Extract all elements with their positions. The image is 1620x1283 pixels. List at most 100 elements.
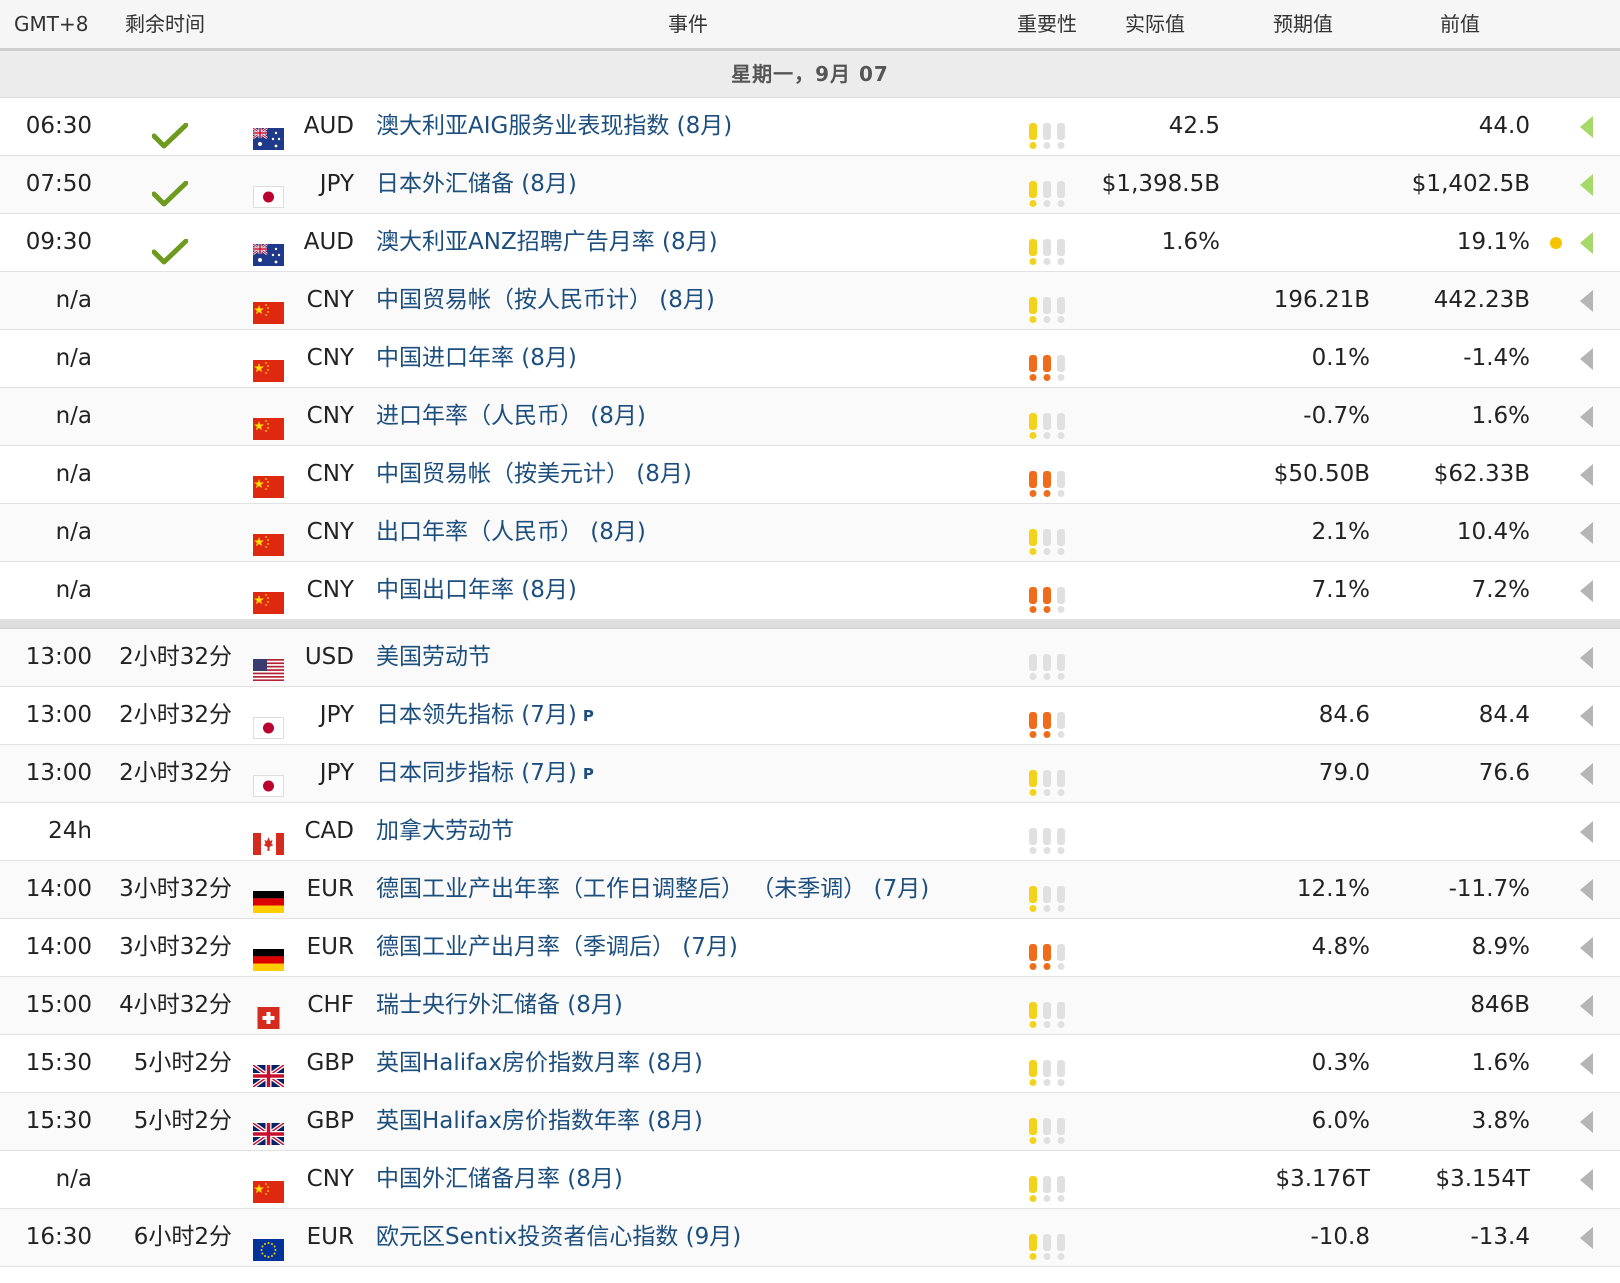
expand-arrow-icon[interactable] bbox=[1580, 464, 1593, 486]
importance-icon bbox=[1026, 578, 1070, 613]
expand-arrow-icon[interactable] bbox=[1580, 232, 1593, 254]
flag-jp-icon bbox=[253, 704, 284, 739]
expand-arrow-icon[interactable] bbox=[1580, 763, 1593, 785]
time-remaining: 5小时2分 bbox=[133, 1108, 232, 1134]
currency-code: CNY bbox=[306, 403, 354, 429]
event-name: 中国出口年率 (8月) bbox=[376, 577, 577, 603]
table-row[interactable]: 15:00 4小时32分 CHF 瑞士央行外汇储备 (8月) 846B bbox=[0, 977, 1620, 1035]
table-row[interactable]: 09:30 AUD 澳大利亚ANZ招聘广告月率 (8月) 1.6% 19.1% bbox=[0, 214, 1620, 272]
expand-arrow-icon[interactable] bbox=[1580, 647, 1593, 669]
expand-arrow-icon[interactable] bbox=[1580, 821, 1593, 843]
forecast-value: -0.7% bbox=[1303, 403, 1370, 429]
expand-arrow-icon[interactable] bbox=[1580, 580, 1593, 602]
event-link[interactable]: 英国Halifax房价指数月率 (8月) bbox=[376, 1035, 703, 1092]
forecast-value: $50.50B bbox=[1273, 461, 1370, 487]
expand-arrow-icon[interactable] bbox=[1580, 705, 1593, 727]
event-link[interactable]: 澳大利亚AIG服务业表现指数 (8月) bbox=[376, 98, 732, 155]
event-time: n/a bbox=[55, 519, 92, 545]
event-link[interactable]: 中国外汇储备月率 (8月) bbox=[376, 1151, 623, 1208]
previous-value: 3.8% bbox=[1471, 1108, 1530, 1134]
previous-value: 7.2% bbox=[1471, 577, 1530, 603]
event-link[interactable]: 中国进口年率 (8月) bbox=[376, 330, 577, 387]
previous-value: 846B bbox=[1470, 992, 1530, 1018]
table-row[interactable]: 14:00 3小时32分 EUR 德国工业产出年率（工作日调整后） （未季调） (7月… bbox=[0, 861, 1620, 919]
event-name: 英国Halifax房价指数年率 (8月) bbox=[376, 1108, 703, 1134]
table-row[interactable]: n/a CNY 进口年率（人民币） (8月) -0.7% 1.6% bbox=[0, 388, 1620, 446]
table-row[interactable]: 06:30 AUD 澳大利亚AIG服务业表现指数 (8月) 42.5 44.0 bbox=[0, 98, 1620, 156]
event-link[interactable]: 出口年率（人民币） (8月) bbox=[376, 504, 646, 561]
preliminary-mark: P bbox=[582, 765, 594, 783]
expand-arrow-icon[interactable] bbox=[1580, 1227, 1593, 1249]
table-row[interactable]: 15:30 5小时2分 GBP 英国Halifax房价指数年率 (8月) 6.0% 3.8… bbox=[0, 1093, 1620, 1151]
importance-icon bbox=[1026, 172, 1070, 207]
released-check-icon bbox=[151, 230, 189, 265]
event-time: 13:00 bbox=[25, 644, 92, 670]
table-row[interactable]: 13:00 2小时32分 USD 美国劳动节 bbox=[0, 629, 1620, 687]
importance-icon bbox=[1026, 1051, 1070, 1086]
event-link[interactable]: 瑞士央行外汇储备 (8月) bbox=[376, 977, 623, 1034]
table-row[interactable]: 16:30 6小时2分 EUR 欧元区Sentix投资者信心指数 (9月) -10.8 -… bbox=[0, 1209, 1620, 1267]
table-row[interactable]: n/a CNY 出口年率（人民币） (8月) 2.1% 10.4% bbox=[0, 504, 1620, 562]
importance-icon bbox=[1026, 761, 1070, 796]
table-row[interactable]: 13:00 2小时32分 JPY 日本领先指标 (7月) P 84.6 84.4 bbox=[0, 687, 1620, 745]
event-link[interactable]: 英国Halifax房价指数年率 (8月) bbox=[376, 1093, 703, 1150]
expand-arrow-icon[interactable] bbox=[1580, 348, 1593, 370]
forecast-value: 12.1% bbox=[1296, 876, 1370, 902]
event-link[interactable]: 日本领先指标 (7月) P bbox=[376, 687, 594, 745]
table-row[interactable]: n/a CNY 中国贸易帐（按美元计） (8月) $50.50B $62.33B bbox=[0, 446, 1620, 504]
expand-arrow-icon[interactable] bbox=[1580, 290, 1593, 312]
table-row[interactable]: n/a CNY 中国贸易帐（按人民币计） (8月) 196.21B 442.23B bbox=[0, 272, 1620, 330]
event-name: 英国Halifax房价指数月率 (8月) bbox=[376, 1050, 703, 1076]
table-row[interactable]: 07:50 JPY 日本外汇储备 (8月) $1,398.5B $1,402.5B bbox=[0, 156, 1620, 214]
actual-value: $1,398.5B bbox=[1101, 171, 1220, 197]
expand-arrow-icon[interactable] bbox=[1580, 1169, 1593, 1191]
importance-icon bbox=[1026, 288, 1070, 323]
expand-arrow-icon[interactable] bbox=[1580, 995, 1593, 1017]
currency-code: AUD bbox=[303, 113, 354, 139]
event-link[interactable]: 进口年率（人民币） (8月) bbox=[376, 388, 646, 445]
event-name: 澳大利亚AIG服务业表现指数 (8月) bbox=[376, 113, 733, 139]
event-link[interactable]: 德国工业产出年率（工作日调整后） （未季调） (7月) bbox=[376, 861, 929, 918]
importance-icon bbox=[1026, 935, 1070, 970]
expand-arrow-icon[interactable] bbox=[1580, 1111, 1593, 1133]
event-link[interactable]: 德国工业产出月率（季调后） (7月) bbox=[376, 919, 738, 976]
event-name: 德国工业产出年率（工作日调整后） （未季调） (7月) bbox=[376, 876, 930, 902]
table-row[interactable]: 15:30 5小时2分 GBP 英国Halifax房价指数月率 (8月) 0.3% 1.6… bbox=[0, 1035, 1620, 1093]
table-row[interactable]: 14:00 3小时32分 EUR 德国工业产出月率（季调后） (7月) 4.8% 8.9% bbox=[0, 919, 1620, 977]
event-name: 美国劳动节 bbox=[376, 644, 491, 670]
event-link[interactable]: 欧元区Sentix投资者信心指数 (9月) bbox=[376, 1209, 741, 1266]
event-name: 日本领先指标 (7月) bbox=[376, 702, 577, 728]
expand-arrow-icon[interactable] bbox=[1580, 879, 1593, 901]
event-link[interactable]: 日本外汇储备 (8月) bbox=[376, 156, 577, 213]
previous-value: 10.4% bbox=[1456, 519, 1530, 545]
expand-arrow-icon[interactable] bbox=[1580, 522, 1593, 544]
event-link[interactable]: 中国出口年率 (8月) bbox=[376, 562, 577, 619]
table-row[interactable]: n/a CNY 中国出口年率 (8月) 7.1% 7.2% bbox=[0, 562, 1620, 620]
importance-icon bbox=[1026, 819, 1070, 854]
table-row[interactable]: 13:00 2小时32分 JPY 日本同步指标 (7月) P 79.0 76.6 bbox=[0, 745, 1620, 803]
importance-icon bbox=[1026, 230, 1070, 265]
importance-icon bbox=[1026, 520, 1070, 555]
previous-value: $3.154T bbox=[1435, 1166, 1530, 1192]
importance-icon bbox=[1026, 877, 1070, 912]
table-row[interactable]: 24h CAD 加拿大劳动节 bbox=[0, 803, 1620, 861]
expand-arrow-icon[interactable] bbox=[1580, 1053, 1593, 1075]
event-link[interactable]: 中国贸易帐（按人民币计） (8月) bbox=[376, 272, 715, 329]
expand-arrow-icon[interactable] bbox=[1580, 406, 1593, 428]
event-time: 15:30 bbox=[25, 1050, 92, 1076]
event-link[interactable]: 中国贸易帐（按美元计） (8月) bbox=[376, 446, 692, 503]
currency-code: CNY bbox=[306, 345, 354, 371]
expand-arrow-icon[interactable] bbox=[1580, 116, 1593, 138]
table-row[interactable]: n/a CNY 中国进口年率 (8月) 0.1% -1.4% bbox=[0, 330, 1620, 388]
flag-gb-icon bbox=[251, 1052, 286, 1089]
currency-code: CNY bbox=[306, 577, 354, 603]
expand-arrow-icon[interactable] bbox=[1580, 937, 1593, 959]
event-link[interactable]: 澳大利亚ANZ招聘广告月率 (8月) bbox=[376, 214, 718, 271]
event-link[interactable]: 加拿大劳动节 bbox=[376, 803, 514, 860]
event-link[interactable]: 日本同步指标 (7月) P bbox=[376, 745, 594, 803]
previous-value: 84.4 bbox=[1478, 702, 1530, 728]
expand-arrow-icon[interactable] bbox=[1580, 174, 1593, 196]
table-row[interactable]: n/a CNY 中国外汇储备月率 (8月) $3.176T $3.154T bbox=[0, 1151, 1620, 1209]
event-link[interactable]: 美国劳动节 bbox=[376, 629, 491, 686]
event-time: 13:00 bbox=[25, 702, 92, 728]
